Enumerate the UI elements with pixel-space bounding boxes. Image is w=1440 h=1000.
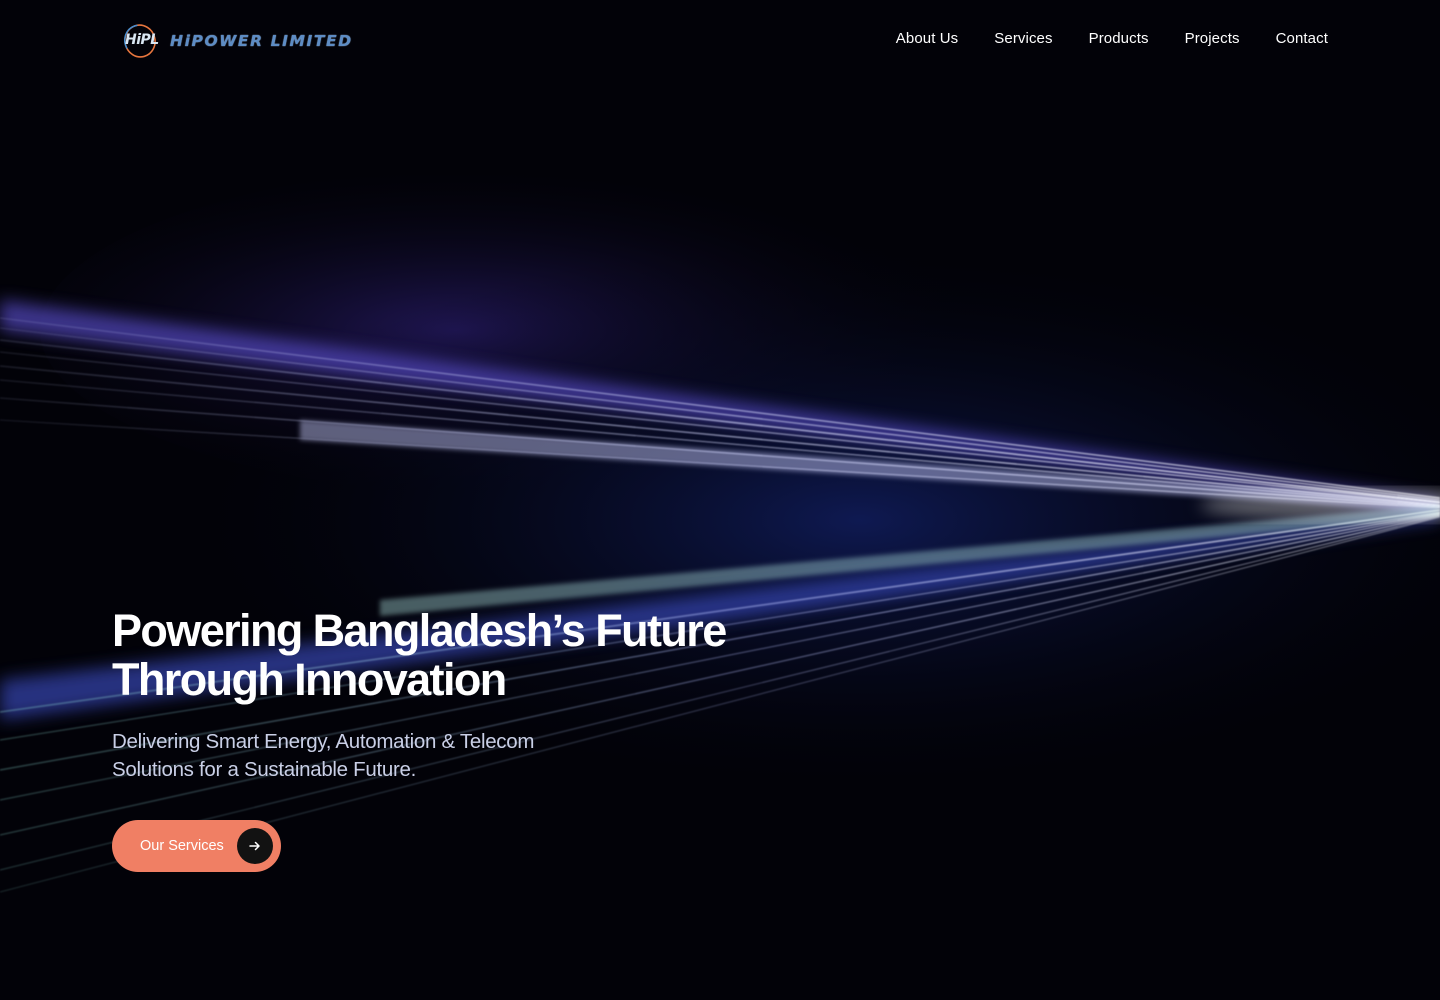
nav-link-projects[interactable]: Projects xyxy=(1185,30,1240,47)
nav-link-services[interactable]: Services xyxy=(994,30,1052,47)
hero-content: Powering Bangladesh’s Future Through Inn… xyxy=(112,606,812,784)
logo-mark-text: HiPL xyxy=(125,32,159,48)
company-logo[interactable]: HiPL HiPOWER LIMITED xyxy=(122,22,358,60)
hero-headline: Powering Bangladesh’s Future Through Inn… xyxy=(112,606,812,704)
site-header: HiPL HiPOWER LIMITED About Us Services P… xyxy=(0,0,1440,80)
hero-headline-line-2: Through Innovation xyxy=(112,654,507,705)
hero-subtitle-line-2: Solutions for a Sustainable Future. xyxy=(112,758,417,781)
logo-mark-icon: HiPL xyxy=(122,22,162,60)
hero-subtitle: Delivering Smart Energy, Automation & Te… xyxy=(112,728,592,784)
main-navigation: About Us Services Products Projects Cont… xyxy=(896,30,1328,47)
nav-link-products[interactable]: Products xyxy=(1089,30,1149,47)
nav-link-about[interactable]: About Us xyxy=(896,30,959,47)
hero-headline-line-1: Powering Bangladesh’s Future xyxy=(112,605,727,656)
logo-wordmark: HiPOWER LIMITED xyxy=(170,32,353,50)
arrow-right-icon xyxy=(237,828,273,864)
hero-subtitle-line-1: Delivering Smart Energy, Automation & Te… xyxy=(112,730,535,753)
our-services-button-label: Our Services xyxy=(140,838,224,854)
nav-link-contact[interactable]: Contact xyxy=(1276,30,1328,47)
our-services-button[interactable]: Our Services xyxy=(112,820,281,872)
